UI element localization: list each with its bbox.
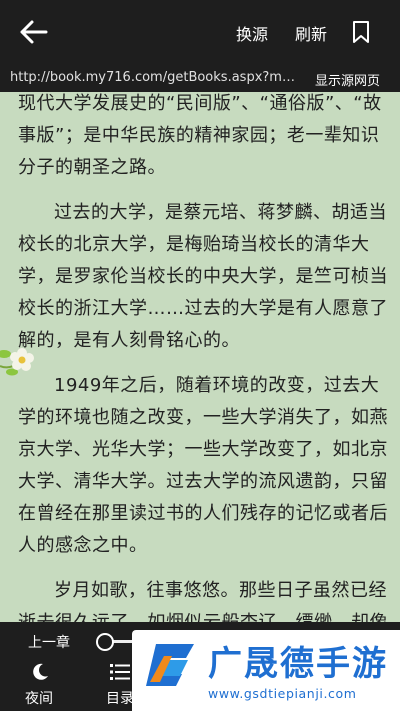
paragraph: 过去的大学，是蔡元培、蒋梦麟、胡适当校长的北京大学，是梅贻琦当校长的清华大学，是… <box>18 202 388 351</box>
moon-icon[interactable] <box>30 662 50 682</box>
source-url-bar: http://book.my716.com/getBooks.aspx?m… 显… <box>0 64 400 92</box>
watermark-title: 广晟德手游 <box>208 644 388 684</box>
paragraph: 1949年之后，随着环境的改变，过去大学的环境也随之改变，一些大学消失了，如燕京… <box>18 375 388 556</box>
top-toolbar: 换源 刷新 <box>0 0 400 64</box>
refresh-button[interactable]: 刷新 <box>295 21 327 45</box>
switch-source-button[interactable]: 换源 <box>236 21 268 45</box>
watermark-logo-icon <box>142 638 202 694</box>
arrow-left-icon[interactable] <box>18 17 52 47</box>
chapter-text: 现代大学发展史的“民间版”、“通俗版”、“故事版”；是中华民族的精神家园；老一辈… <box>18 92 388 622</box>
floating-flower-icon[interactable] <box>0 340 40 380</box>
show-source-page-button[interactable]: 显示源网页 <box>315 70 380 89</box>
paragraph: 现代大学发展史的“民间版”、“通俗版”、“故事版”；是中华民族的精神家园；老一辈… <box>18 93 382 178</box>
paragraph: 岁月如歌，往事悠悠。那些日子虽然已经逝去很久远了，如烟似云般杳辽、缥缈，却像一座… <box>18 580 388 622</box>
catalog-button[interactable]: 目录 <box>106 688 134 708</box>
source-url: http://book.my716.com/getBooks.aspx?m… <box>10 70 295 85</box>
watermark-url: www.gsdtiepianji.com <box>208 686 357 701</box>
night-mode-button[interactable]: 夜间 <box>25 688 53 708</box>
previous-chapter-button[interactable]: 上一章 <box>28 632 70 652</box>
list-icon[interactable] <box>110 663 130 681</box>
bookmark-icon[interactable] <box>350 20 372 44</box>
slider-handle[interactable] <box>96 633 114 651</box>
reader-content[interactable]: 现代大学发展史的“民间版”、“通俗版”、“故事版”；是中华民族的精神家园；老一辈… <box>0 92 400 622</box>
site-watermark: 广晟德手游 www.gsdtiepianji.com <box>132 630 400 711</box>
